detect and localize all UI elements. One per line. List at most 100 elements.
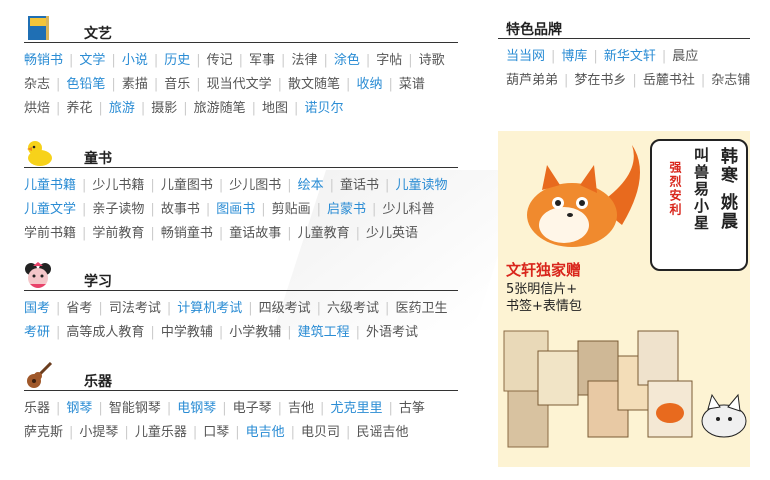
link-separator: |: [56, 301, 61, 316]
promo-banner[interactable]: 韩寒 姚晨 叫兽易小星 强烈安利 文轩独家赠 5张明信片+ 书签+表情包: [498, 131, 750, 467]
category-link[interactable]: 国考: [24, 301, 50, 316]
category-link[interactable]: 学前教育: [92, 226, 144, 241]
category-link[interactable]: 涂色: [334, 53, 360, 68]
category-link[interactable]: 儿童读物: [395, 178, 447, 193]
category-link[interactable]: 养花: [66, 101, 92, 116]
category-link[interactable]: 儿童书籍: [24, 178, 76, 193]
link-separator: |: [82, 202, 87, 217]
category-link[interactable]: 儿童教育: [298, 226, 350, 241]
category-link[interactable]: 音乐: [164, 77, 190, 92]
category-link[interactable]: 剪贴画: [272, 202, 311, 217]
category-link[interactable]: 杂志: [24, 77, 50, 92]
category-link[interactable]: 亲子读物: [92, 202, 144, 217]
category-link[interactable]: 字帖: [376, 53, 402, 68]
category-link[interactable]: 司法考试: [109, 301, 161, 316]
category-link[interactable]: 古筝: [399, 401, 425, 416]
link-separator: |: [235, 425, 240, 440]
category-link[interactable]: 故事书: [161, 202, 200, 217]
link-separator: |: [166, 301, 172, 316]
category-link[interactable]: 绘本: [298, 178, 324, 193]
link-separator: |: [196, 77, 201, 92]
category-link[interactable]: 诗歌: [419, 53, 445, 68]
category-link[interactable]: 地图: [262, 101, 288, 116]
category-link[interactable]: 儿童乐器: [135, 425, 187, 440]
category-link[interactable]: 六级考试: [327, 301, 379, 316]
category-link[interactable]: 当当网: [506, 49, 545, 64]
link-separator: |: [593, 49, 598, 64]
category-link[interactable]: 摄影: [151, 101, 177, 116]
link-row: 考研 | 高等成人教育 | 中学教辅 | 小学教辅 | 建筑工程 | 外语考试: [24, 321, 458, 345]
brand-links: 当当网 | 博库 | 新华文轩 | 晨应 葫芦弟弟 | 梦在书乡 | 岳麓书社 | 杂志铺: [498, 45, 750, 93]
category-link[interactable]: 诺贝尔: [304, 101, 343, 116]
category-link[interactable]: 童话书: [340, 178, 379, 193]
category-link[interactable]: 收纳: [356, 77, 382, 92]
category-link[interactable]: 四级考试: [259, 301, 311, 316]
category-link[interactable]: 色铅笔: [66, 77, 105, 92]
category-link[interactable]: 葫芦弟弟: [506, 73, 558, 88]
category-link[interactable]: 启蒙书: [327, 202, 366, 217]
category-link[interactable]: 晨应: [672, 49, 698, 64]
category-link[interactable]: 旅游: [109, 101, 135, 116]
category-link[interactable]: 菜谱: [399, 77, 425, 92]
category-link[interactable]: 散文随笔: [288, 77, 340, 92]
category-link[interactable]: 小学教辅: [229, 325, 281, 340]
category-link[interactable]: 军事: [249, 53, 275, 68]
speech-bubble: 韩寒 姚晨 叫兽易小星 强烈安利: [650, 139, 748, 271]
category-link[interactable]: 博库: [561, 49, 587, 64]
category-link[interactable]: 外语考试: [366, 325, 418, 340]
category-link[interactable]: 医药卫生: [395, 301, 447, 316]
category-link[interactable]: 智能钢琴: [109, 401, 161, 416]
category-link[interactable]: 少儿书籍: [92, 178, 144, 193]
category-link[interactable]: 法律: [291, 53, 317, 68]
category-link[interactable]: 文学: [79, 53, 105, 68]
category-link[interactable]: 民谣吉他: [356, 425, 408, 440]
link-separator: |: [153, 53, 159, 68]
category-link[interactable]: 旅游随笔: [194, 101, 246, 116]
category-link[interactable]: 儿童图书: [161, 178, 213, 193]
category-link[interactable]: 中学教辅: [161, 325, 213, 340]
category-link[interactable]: 历史: [164, 53, 190, 68]
category-link[interactable]: 烘焙: [24, 101, 50, 116]
category-link[interactable]: 省考: [66, 301, 92, 316]
category-link[interactable]: 吉他: [288, 401, 314, 416]
link-separator: |: [140, 101, 146, 116]
category-link[interactable]: 电钢琴: [177, 401, 216, 416]
category-link[interactable]: 现当代文学: [207, 77, 272, 92]
category-link[interactable]: 考研: [24, 325, 50, 340]
category-link[interactable]: 高等成人教育: [66, 325, 144, 340]
link-separator: |: [56, 325, 61, 340]
category-link[interactable]: 岳麓书社: [643, 73, 695, 88]
category-link[interactable]: 学前书籍: [24, 226, 76, 241]
link-separator: |: [329, 178, 335, 193]
category-link[interactable]: 萨克斯: [24, 425, 63, 440]
category-link[interactable]: 少儿科普: [382, 202, 434, 217]
section-links: 国考 | 省考 | 司法考试 | 计算机考试 | 四级考试 | 六级考试 | 医药卫生 考研 | 高等成人教育…: [24, 297, 458, 345]
category-link[interactable]: 杂志铺: [711, 73, 750, 88]
category-link[interactable]: 素描: [122, 77, 148, 92]
category-link[interactable]: 新华文轩: [604, 49, 656, 64]
category-link[interactable]: 钢琴: [66, 401, 92, 416]
category-link[interactable]: 传记: [207, 53, 233, 68]
category-link[interactable]: 电子琴: [233, 401, 272, 416]
category-link[interactable]: 图画书: [216, 202, 255, 217]
link-separator: |: [150, 202, 155, 217]
link-separator: |: [82, 178, 87, 193]
link-separator: |: [111, 53, 116, 68]
category-link[interactable]: 口琴: [203, 425, 229, 440]
category-link[interactable]: 尤克里里: [330, 401, 382, 416]
category-link[interactable]: 小提琴: [79, 425, 118, 440]
category-link[interactable]: 畅销书: [24, 53, 63, 68]
category-link[interactable]: 儿童文学: [24, 202, 76, 217]
category-link[interactable]: 少儿图书: [229, 178, 281, 193]
link-separator: |: [82, 226, 87, 241]
category-link[interactable]: 计算机考试: [177, 301, 242, 316]
category-link[interactable]: 少儿英语: [366, 226, 418, 241]
category-link[interactable]: 童话故事: [229, 226, 281, 241]
category-link[interactable]: 建筑工程: [298, 325, 350, 340]
category-link[interactable]: 畅销童书: [161, 226, 213, 241]
category-link[interactable]: 电贝司: [301, 425, 340, 440]
category-link[interactable]: 电吉他: [246, 425, 285, 440]
category-link[interactable]: 梦在书乡: [574, 73, 626, 88]
category-link[interactable]: 小说: [122, 53, 148, 68]
category-link[interactable]: 乐器: [24, 401, 50, 416]
